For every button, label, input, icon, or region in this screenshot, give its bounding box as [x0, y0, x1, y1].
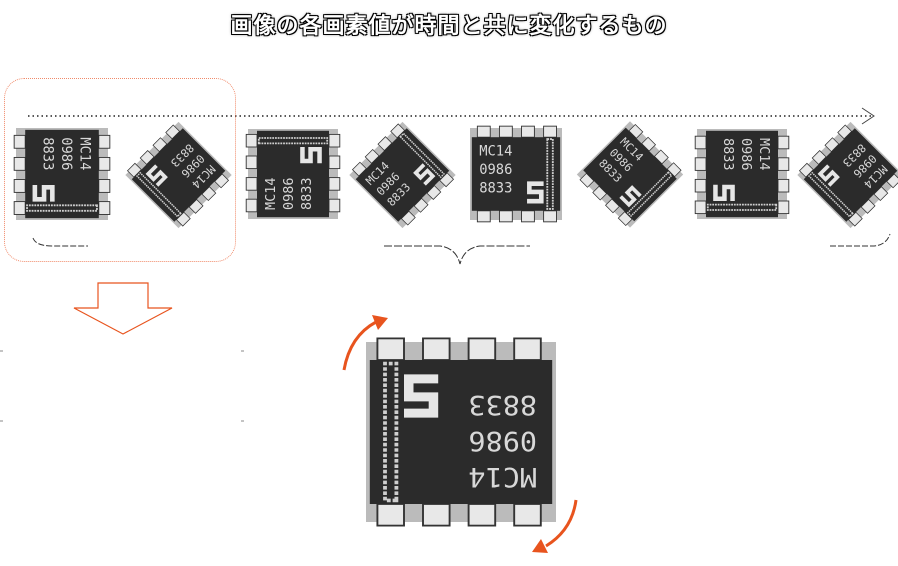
chip-image-5: MC14 0986 8833 — [469, 125, 563, 223]
time-arrow-head — [861, 107, 875, 125]
svg-text:MC14: MC14 — [263, 177, 279, 210]
rotate-arrowhead-bottom — [532, 539, 548, 553]
chip-image-4: MC1409868833 — [347, 120, 458, 230]
svg-text:MC14: MC14 — [479, 144, 512, 160]
chip-text-line2: 0986 — [58, 137, 74, 170]
down-arrow-icon — [73, 282, 173, 335]
chip-image-7: MC1409868833 — [694, 128, 790, 220]
svg-text:0986: 0986 — [738, 138, 754, 171]
chip-text-line3: 8833 — [40, 137, 56, 170]
chip-image-8: MC1409868833 — [795, 120, 898, 230]
chip-image-6: MC1409868833 — [575, 119, 685, 230]
chip-text-line1: MC14 — [76, 137, 92, 170]
svg-text:0986: 0986 — [479, 162, 512, 178]
chip-image-2: MC1409868833 — [123, 120, 234, 230]
chip-image-1: MC1409868833 — [13, 127, 111, 221]
svg-text:0986: 0986 — [281, 177, 297, 210]
chip-image-large: MC14 0986 8833 — [364, 336, 558, 528]
large-chip-line2: 0986 — [468, 425, 537, 457]
svg-text:8833: 8833 — [479, 180, 512, 196]
svg-text:8833: 8833 — [299, 177, 315, 210]
svg-text:8833: 8833 — [720, 138, 736, 171]
chip-image-3: MC14 0986 8833 — [245, 128, 341, 220]
svg-text:MC14: MC14 — [756, 138, 772, 171]
bracket-middle — [384, 245, 530, 265]
large-chip-line3: 8833 — [468, 389, 537, 421]
large-chip-line1: MC14 — [468, 461, 537, 493]
bracket-right — [830, 233, 891, 247]
